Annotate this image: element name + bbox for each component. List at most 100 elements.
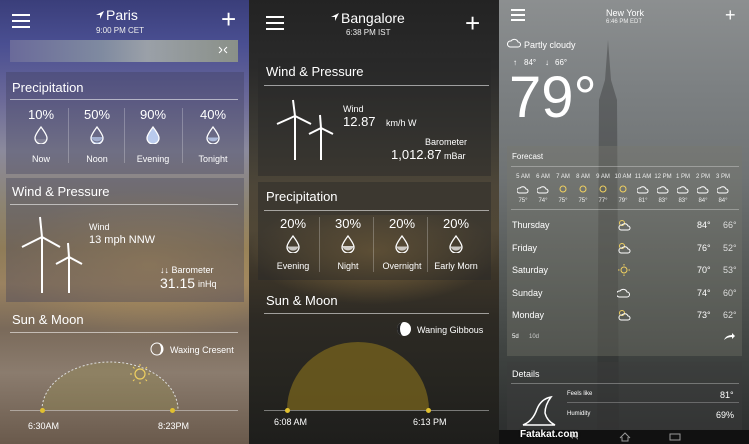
toggle-10d[interactable]: 10d <box>529 334 539 340</box>
recent-apps-icon[interactable] <box>669 433 681 441</box>
divider <box>10 332 238 333</box>
sunset-marker <box>170 408 175 413</box>
hourly-temp: 77° <box>598 198 608 204</box>
local-time: 6:38 PM IST <box>346 28 391 37</box>
add-city-button[interactable]: + <box>725 6 736 24</box>
wind-turbine-icon <box>276 99 334 160</box>
precip-label: Overnight <box>382 261 422 271</box>
daily-day: Monday <box>512 310 545 320</box>
daily-high: 70° <box>697 265 711 275</box>
hourly-time: 1 PM <box>675 174 690 180</box>
partly-cloudy-icon <box>677 186 689 194</box>
hourly-time: 6 AM <box>536 174 550 180</box>
daily-low: 62° <box>723 310 737 320</box>
toggle-5d[interactable]: 5d <box>512 334 519 340</box>
precip-label: Early Morn <box>434 261 478 271</box>
raindrop-icon <box>146 126 160 144</box>
wind-pressure-title: Wind & Pressure <box>266 64 364 79</box>
partly-cloudy-icon <box>717 186 729 194</box>
raindrop-icon <box>449 235 463 253</box>
feels-like-label: Feels like <box>567 391 593 397</box>
add-city-button[interactable]: + <box>221 6 236 32</box>
menu-icon[interactable] <box>12 14 30 28</box>
barometer-unit: mBar <box>444 151 466 161</box>
hourly-time: 10 AM <box>614 174 632 180</box>
sun-moon-title: Sun & Moon <box>12 312 84 327</box>
barometer-label: Barometer <box>425 137 468 147</box>
precip-percent: 30% <box>334 216 362 231</box>
barometer-value: 31.15 <box>160 275 196 291</box>
humidity-label: Humidity <box>567 411 591 417</box>
precip-percent: 50% <box>83 107 111 122</box>
sunset-time: 8:23PM <box>158 421 190 431</box>
details-title: Details <box>512 369 540 379</box>
sunset-time: 6:13 PM <box>413 417 447 427</box>
raindrop-icon <box>34 126 48 144</box>
hourly-time: 2 PM <box>695 174 710 180</box>
city-name: Bangalore <box>341 10 405 26</box>
daily-high: 76° <box>697 242 711 253</box>
partly-cloudy-icon <box>537 186 549 194</box>
feels-like-value: 81° <box>720 390 734 400</box>
precip-percent: 90% <box>139 107 167 122</box>
sun-icon <box>579 185 587 193</box>
partly-cloudy-icon <box>637 186 649 194</box>
daily-day: Friday <box>512 242 538 253</box>
raindrop-icon <box>395 235 409 253</box>
raindrop-icon <box>206 126 220 144</box>
partly-cloudy-icon <box>697 186 709 194</box>
barometer-value: 1,012.87 <box>391 147 442 162</box>
divider <box>10 204 238 205</box>
local-time: 9:00 PM CET <box>96 26 145 35</box>
city-name: Paris <box>106 7 138 23</box>
moon-phase-label: Waxing Cresent <box>170 345 234 355</box>
sunset-marker <box>426 408 431 413</box>
sunrise-marker <box>285 408 290 413</box>
wind-value: 13 mph NNW <box>89 234 156 246</box>
precip-percent: 20% <box>388 216 416 231</box>
local-time: 6:46 PM EDT <box>606 19 643 25</box>
menu-icon[interactable] <box>511 9 525 21</box>
divider <box>10 99 238 100</box>
home-icon[interactable] <box>619 432 631 442</box>
sun-moon-title: Sun & Moon <box>266 293 338 308</box>
thunder-sun-icon <box>618 220 631 231</box>
menu-icon[interactable] <box>266 16 284 30</box>
daily-low: 52° <box>723 242 737 253</box>
daily-low: 53° <box>723 265 737 275</box>
hourly-temp: 75° <box>578 198 588 204</box>
partly-cloudy-icon <box>507 38 521 48</box>
paris-panel: Paris 9:00 PM CET + Precipitation 10% 50… <box>0 0 249 444</box>
sun-arc <box>287 342 429 410</box>
daily-high: 84° <box>697 220 711 230</box>
wind-unit: km/h W <box>386 118 417 128</box>
weather-detail-icon <box>522 395 556 426</box>
divider <box>264 313 489 314</box>
wind-label: Wind <box>343 104 364 114</box>
hourly-temp: 83° <box>678 198 688 204</box>
partly-cloudy-icon <box>517 186 529 194</box>
moon-phase-label: Waning Gibbous <box>417 325 484 335</box>
hourly-time: 3 PM <box>715 174 730 180</box>
precip-percent: 20% <box>279 216 307 231</box>
radar-map[interactable] <box>10 40 238 62</box>
raindrop-icon <box>286 235 300 253</box>
sunrise-time: 6:30AM <box>28 421 60 431</box>
add-city-button[interactable]: + <box>465 10 480 36</box>
precip-label: Night <box>337 261 359 271</box>
divider <box>264 85 489 86</box>
wind-pressure-title: Wind & Pressure <box>12 184 110 199</box>
precipitation-title: Precipitation <box>12 80 84 95</box>
sunrise-marker <box>40 408 45 413</box>
expand-icon[interactable] <box>218 46 228 54</box>
sun-icon <box>599 185 607 193</box>
newyork-panel: New York 6:46 PM EDT + Partly cloudy ↑ 8… <box>499 0 749 444</box>
partly-cloudy-icon <box>657 186 669 194</box>
location-arrow-icon <box>331 13 339 21</box>
share-icon[interactable] <box>723 333 735 341</box>
city-name: New York <box>606 8 645 18</box>
sun-arc <box>41 361 179 411</box>
daily-high: 74° <box>697 287 711 298</box>
hourly-temp: 81° <box>638 198 648 204</box>
hourly-temp: 84° <box>698 198 708 204</box>
